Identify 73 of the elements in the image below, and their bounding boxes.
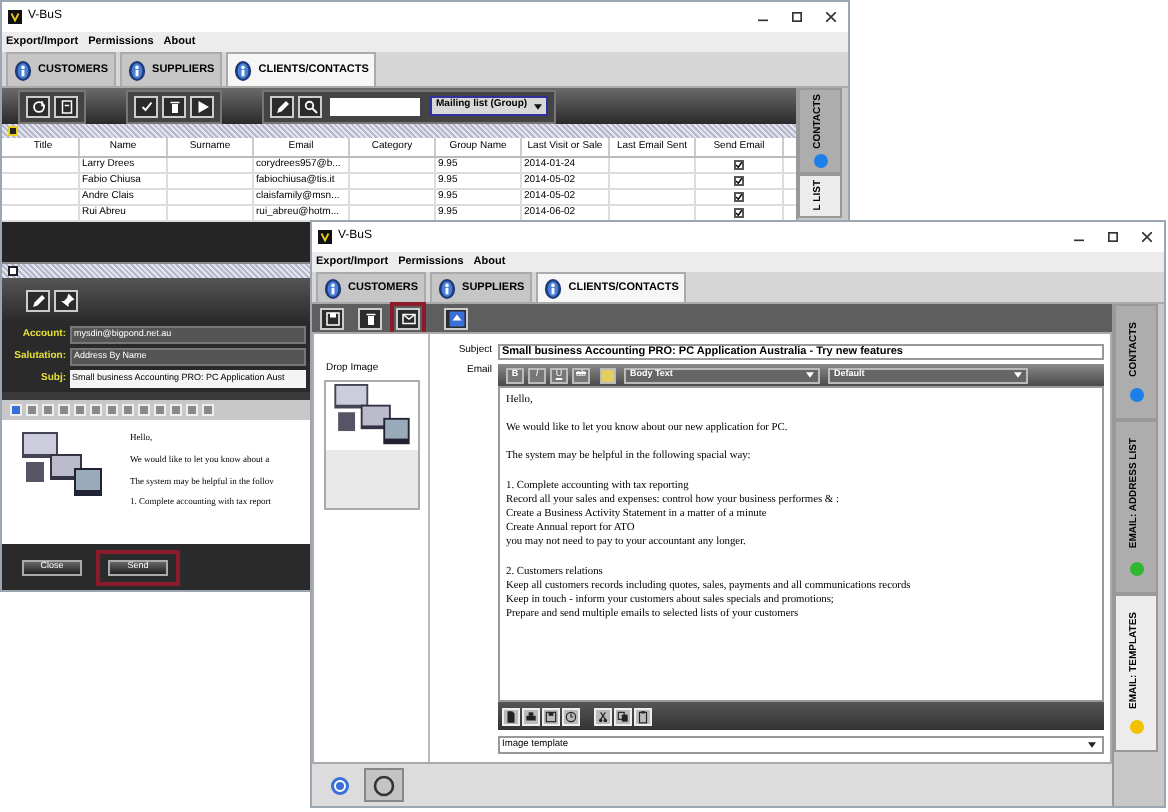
panel-icon <box>8 126 18 136</box>
checkbox[interactable] <box>734 160 744 170</box>
paste-icon <box>636 709 650 723</box>
panel-icon <box>8 266 18 276</box>
close-icon[interactable] <box>1142 232 1152 242</box>
clipboard-button[interactable] <box>54 95 78 117</box>
check-icon <box>736 194 742 200</box>
globe-icon <box>328 773 352 797</box>
pencil-button[interactable] <box>270 95 294 117</box>
printer-icon <box>524 709 538 723</box>
copy-button[interactable] <box>614 707 632 725</box>
color-swatch-icon[interactable] <box>600 367 616 383</box>
person-badge-icon <box>234 59 253 81</box>
person-badge-icon <box>128 59 147 81</box>
search-button[interactable] <box>298 95 322 117</box>
checkmark-icon <box>137 97 155 115</box>
copy-icon <box>616 709 630 723</box>
person-badge-icon <box>438 277 457 299</box>
devices-drawing <box>331 383 411 447</box>
envelope-button[interactable] <box>396 307 420 329</box>
pin-icon <box>57 291 75 309</box>
person-badge-icon <box>324 277 342 299</box>
floppy-icon <box>323 309 341 327</box>
check-icon <box>736 210 742 216</box>
document-icon <box>504 709 518 723</box>
checkbox[interactable] <box>734 208 744 218</box>
checkbox[interactable] <box>734 192 744 202</box>
checkbox[interactable] <box>734 176 744 186</box>
person-badge-icon <box>544 277 563 299</box>
trash-button[interactable] <box>162 95 186 117</box>
scissors-icon <box>596 709 610 723</box>
play-icon <box>193 97 211 115</box>
person-badge-icon <box>14 59 32 81</box>
app-logo-icon <box>318 230 332 244</box>
pencil-button[interactable] <box>26 289 50 311</box>
search-icon <box>301 97 319 115</box>
printer-button[interactable] <box>522 707 540 725</box>
check-icon <box>736 178 742 184</box>
caret-icon <box>533 103 542 109</box>
footer-button[interactable] <box>364 768 404 802</box>
scissors-button[interactable] <box>594 707 612 725</box>
trash-button[interactable] <box>358 307 382 329</box>
clock-button[interactable] <box>562 707 580 725</box>
checkmark-button[interactable] <box>134 95 158 117</box>
clock-icon <box>564 709 578 723</box>
paste-button[interactable] <box>634 707 652 725</box>
app-logo-icon <box>8 10 22 24</box>
up-arrow-button[interactable] <box>444 307 468 329</box>
pin-button[interactable] <box>54 289 78 311</box>
document-button[interactable] <box>502 707 520 725</box>
refresh-icon <box>29 97 47 115</box>
close-icon[interactable] <box>826 12 836 22</box>
devices-drawing <box>22 432 102 500</box>
trash-icon <box>361 309 379 327</box>
check-icon <box>736 162 742 168</box>
search-field[interactable] <box>330 97 420 115</box>
floppy-icon <box>544 709 558 723</box>
play-button[interactable] <box>190 95 214 117</box>
clipboard-icon <box>57 97 75 115</box>
pencil-icon <box>29 291 47 309</box>
ring-icon <box>372 773 396 797</box>
caret-icon <box>1014 372 1022 378</box>
refresh-button[interactable] <box>26 95 50 117</box>
email-body-editor[interactable] <box>498 386 1104 702</box>
floppy-button[interactable] <box>542 707 560 725</box>
envelope-icon <box>399 309 417 327</box>
maximize-icon[interactable] <box>792 12 802 22</box>
image-drop-area[interactable] <box>323 379 419 509</box>
caret-icon <box>1088 742 1096 748</box>
pencil-icon <box>273 97 291 115</box>
trash-icon <box>165 97 183 115</box>
caret-icon <box>806 372 814 378</box>
maximize-icon[interactable] <box>1108 232 1118 242</box>
